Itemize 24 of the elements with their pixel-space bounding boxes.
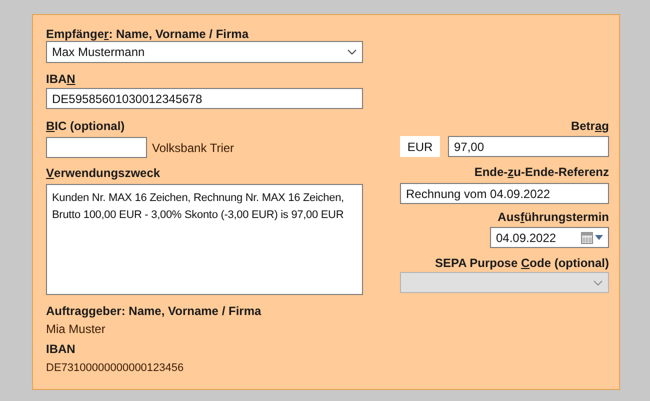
- field-label: Empfänger: Name, Vorname / Firma: [46, 27, 249, 41]
- bank-name: Volksbank Trier: [152, 140, 234, 154]
- recipient-dropdown[interactable]: Max Mustermann: [46, 41, 363, 63]
- bic-field[interactable]: [46, 137, 147, 158]
- purpose-text-area[interactable]: Kunden Nr. MAX 16 Zeichen, Rechnung Nr. MAX 16 Zeichen, Brutto 100,00 EUR - 3,00% Skonto (-3,00 EUR) is 97,00 EUR: [46, 184, 363, 295]
- field-label: SEPA Purpose Code (optional): [434, 256, 609, 270]
- field-label: Verwendungszweck: [46, 166, 160, 180]
- iban-field[interactable]: DE59585601030012345678: [46, 88, 363, 109]
- amount-field[interactable]: 97,00: [448, 136, 609, 157]
- calendar-icon[interactable]: [581, 232, 593, 244]
- chevron-down-icon[interactable]: [347, 49, 357, 55]
- field-label: Ende-zu-Ende-Referenz: [474, 165, 609, 179]
- date-picker[interactable]: 04.09.2022: [490, 227, 609, 248]
- originator-iban: DE73100000000000123456: [46, 361, 185, 375]
- caret-down-icon[interactable]: [595, 235, 603, 240]
- field-label: Betrag: [570, 119, 609, 133]
- currency-label: EUR: [400, 136, 440, 157]
- field-label: BIC (optional): [46, 119, 125, 133]
- field-label: Ausführungstermin: [498, 210, 609, 224]
- field-label: IBAN: [46, 72, 76, 86]
- originator-label: Auftraggeber: Name, Vorname / Firma: [46, 304, 262, 318]
- reference-field[interactable]: Rechnung vom 04.09.2022: [400, 183, 609, 204]
- originator-iban-label: IBAN: [46, 342, 76, 356]
- originator-name: Mia Muster: [46, 322, 106, 336]
